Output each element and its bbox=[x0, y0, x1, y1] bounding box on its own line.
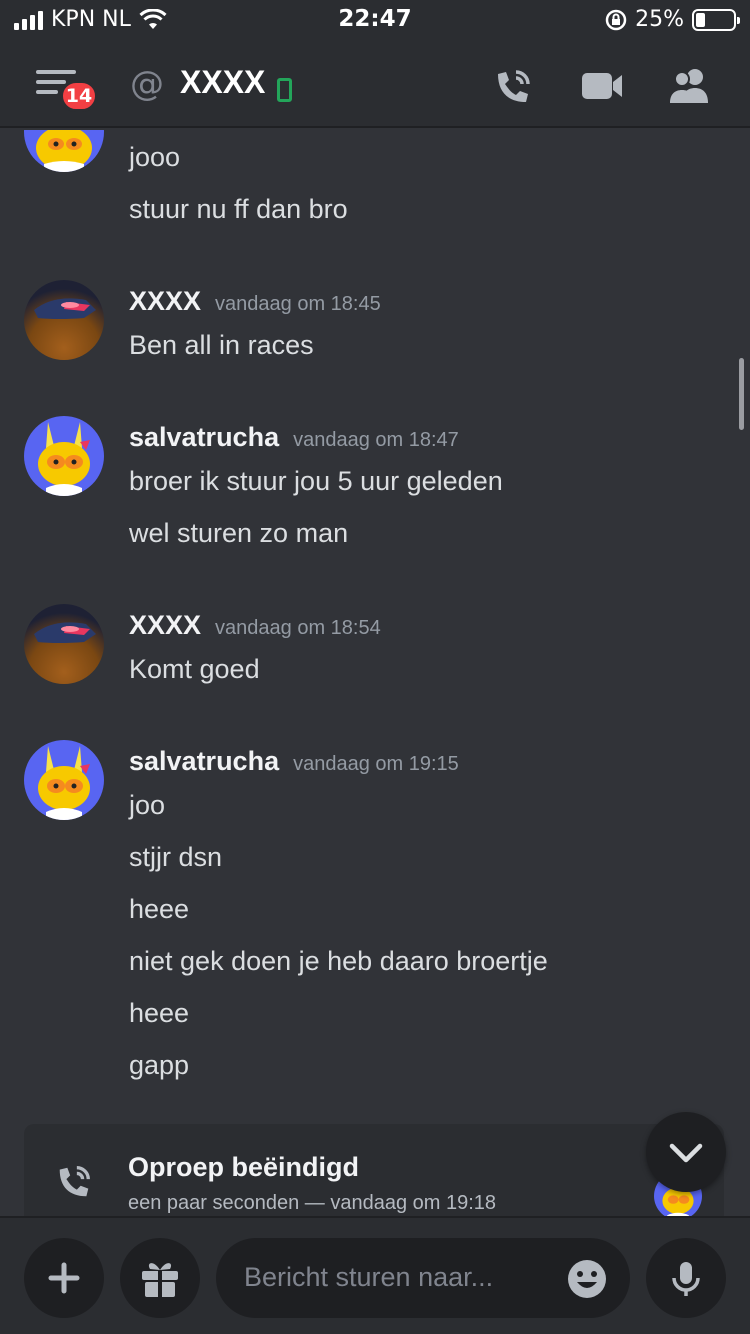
at-icon: @ bbox=[130, 64, 164, 104]
scrollbar[interactable] bbox=[739, 358, 744, 430]
message-timestamp: vandaag om 18:45 bbox=[215, 293, 381, 315]
message-text: heee bbox=[129, 998, 190, 1028]
avatar[interactable] bbox=[24, 416, 104, 496]
attach-button[interactable] bbox=[24, 1238, 104, 1318]
avatar[interactable] bbox=[24, 280, 104, 360]
rotation-lock-icon bbox=[605, 9, 627, 30]
jump-to-present-button[interactable] bbox=[646, 1112, 726, 1192]
message-author[interactable]: salvatrucha vandaag om 19:15 bbox=[129, 746, 459, 777]
message-composer: Bericht sturen naar... bbox=[0, 1216, 750, 1334]
unread-badge: 14 bbox=[60, 80, 98, 112]
voice-message-button[interactable] bbox=[646, 1238, 726, 1318]
phone-call-icon bbox=[59, 1166, 90, 1197]
message-timestamp: vandaag om 18:47 bbox=[293, 429, 459, 451]
members-icon[interactable] bbox=[668, 66, 712, 106]
message-author[interactable]: salvatrucha vandaag om 18:47 bbox=[129, 422, 459, 453]
avatar[interactable] bbox=[24, 130, 104, 172]
emoji-icon[interactable] bbox=[566, 1258, 608, 1300]
message-text: niet gek doen je heb daaro broertje bbox=[129, 946, 548, 976]
message-text: wel sturen zo man bbox=[129, 518, 349, 548]
message-timestamp: vandaag om 18:54 bbox=[215, 617, 381, 639]
voice-call-icon[interactable] bbox=[492, 66, 534, 108]
battery-icon bbox=[692, 8, 740, 31]
message-list[interactable]: jooo stuur nu ff dan bro XXXX vandaag om … bbox=[0, 130, 750, 1216]
message-author[interactable]: XXXX vandaag om 18:45 bbox=[129, 286, 381, 317]
message-author[interactable]: XXXX vandaag om 18:54 bbox=[129, 610, 381, 641]
avatar[interactable] bbox=[24, 604, 104, 684]
status-bar: KPN NL 22:47 25% bbox=[0, 0, 750, 40]
call-subtitle: een paar seconden — vandaag om 19:18 bbox=[128, 1192, 497, 1214]
channel-title[interactable]: XXXX bbox=[180, 64, 265, 101]
battery-percent: 25% bbox=[635, 7, 684, 32]
mobile-status-icon bbox=[277, 78, 292, 102]
message-text: broer ik stuur jou 5 uur geleden bbox=[129, 466, 503, 496]
message-text: jooo bbox=[129, 142, 181, 172]
message-text: heee bbox=[129, 894, 190, 924]
chevron-down-icon bbox=[669, 1143, 703, 1163]
message-text: stjjr dsn bbox=[129, 842, 223, 872]
avatar[interactable] bbox=[24, 740, 104, 820]
message-text: stuur nu ff dan bro bbox=[129, 194, 348, 224]
message-input[interactable]: Bericht sturen naar... bbox=[216, 1238, 630, 1318]
message-timestamp: vandaag om 19:15 bbox=[293, 753, 459, 775]
plus-icon bbox=[48, 1262, 80, 1294]
message-text: Ben all in races bbox=[129, 330, 314, 360]
message-text: joo bbox=[129, 790, 166, 820]
video-call-icon[interactable] bbox=[580, 70, 624, 102]
message-text: gapp bbox=[129, 1050, 190, 1080]
channel-header: 14 @ XXXX bbox=[0, 40, 750, 128]
gift-button[interactable] bbox=[120, 1238, 200, 1318]
call-title: Oproep beëindigd bbox=[128, 1152, 360, 1182]
microphone-icon bbox=[672, 1262, 700, 1296]
message-text: Komt goed bbox=[129, 654, 260, 684]
message-input-placeholder: Bericht sturen naar... bbox=[244, 1262, 494, 1292]
gift-icon bbox=[142, 1263, 178, 1297]
